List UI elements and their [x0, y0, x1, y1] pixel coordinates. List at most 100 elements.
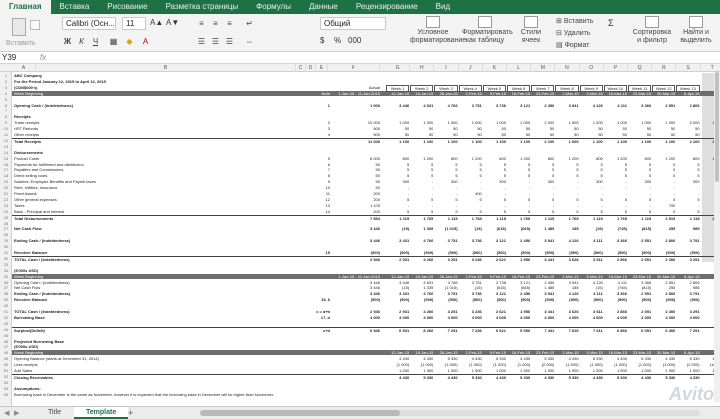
row-number[interactable]: 31 — [0, 250, 12, 255]
week-value-cell[interactable]: 300 — [676, 179, 700, 184]
week-value-cell[interactable]: 2 456 — [507, 238, 530, 243]
week-value-cell[interactable]: 50 — [483, 126, 506, 131]
week-value-cell[interactable]: (1 000) — [507, 362, 531, 367]
row-label-cell[interactable]: Bank - Principal and Interest — [14, 209, 294, 214]
row-number[interactable]: 37 — [0, 285, 12, 290]
week-value-cell[interactable]: 5 — [604, 197, 627, 202]
actual-cell[interactable]: 3 446 — [334, 238, 380, 243]
week-value-cell[interactable]: (500) — [459, 297, 481, 302]
week-value-cell[interactable]: (815) — [628, 226, 651, 231]
week-value-cell[interactable]: 5 — [555, 173, 578, 178]
week-value-cell[interactable]: (1 000) — [580, 362, 603, 367]
week-value-cell[interactable]: 50 — [434, 132, 457, 137]
week-value-cell[interactable]: 1 900 — [410, 368, 433, 373]
week-value-cell[interactable]: 4 000 — [628, 315, 651, 320]
week-value-cell[interactable]: - — [628, 185, 651, 190]
week-value-cell[interactable]: 23-Feb-15 — [531, 274, 554, 279]
row-number[interactable]: 43 — [0, 321, 12, 326]
week-value-cell[interactable]: (500) — [604, 297, 627, 302]
week-value-cell[interactable]: 1 200 — [410, 156, 433, 161]
week-value-cell[interactable]: 5 — [531, 167, 554, 172]
row-number[interactable]: 23 — [0, 203, 12, 208]
actual-cell[interactable]: 3 446 — [334, 226, 380, 231]
week-value-cell[interactable]: 5 — [531, 162, 554, 167]
row-number[interactable]: 41 — [0, 309, 12, 314]
row-number[interactable]: 2 — [0, 79, 12, 84]
week-value-cell[interactable]: 5 — [386, 197, 409, 202]
week-value-cell[interactable]: 5 — [628, 162, 651, 167]
week-value-cell[interactable]: 50 — [459, 126, 481, 131]
week-value-cell[interactable]: 5 — [628, 173, 651, 178]
week-value-cell[interactable]: - — [483, 185, 506, 190]
week-value-cell[interactable]: 1 335 — [410, 285, 433, 290]
week-value-cell[interactable]: 3 941 — [555, 103, 579, 108]
row-label-cell[interactable]: Taxes — [14, 203, 294, 208]
week-value-cell[interactable]: 1 000 — [483, 368, 506, 373]
week-value-cell[interactable]: 6-Apr-15 — [676, 274, 700, 279]
week-value-cell[interactable]: - — [676, 185, 699, 190]
week-value-cell[interactable]: (1 000) — [483, 362, 506, 367]
week-value-cell[interactable]: 255 — [652, 226, 676, 231]
week-value-cell[interactable]: 3 736 — [483, 103, 506, 108]
week-value-cell[interactable]: 185 — [555, 226, 579, 231]
format-cells-button[interactable]: ▤ Формат — [556, 41, 589, 49]
week-value-cell[interactable]: 3 366 — [604, 238, 627, 243]
row-label-cell[interactable]: Assumptions: — [14, 386, 294, 391]
row-label-cell[interactable]: Ending Cash / (Indebtedness) — [14, 291, 294, 296]
row-number[interactable]: 30 — [0, 244, 12, 249]
week-value-cell[interactable]: 1 335 — [410, 226, 433, 231]
column-header[interactable]: Q — [628, 64, 653, 72]
week-value-cell[interactable]: - — [386, 203, 409, 208]
week-value-cell[interactable]: 4 000 — [483, 315, 506, 320]
week-value-cell[interactable]: 3 736 — [459, 238, 482, 243]
week-value-cell[interactable]: 2 866 — [604, 309, 627, 314]
formula-bar[interactable]: Y39 fx — [0, 52, 720, 64]
week-value-cell[interactable]: 3 736 — [483, 280, 506, 285]
week-value-cell[interactable]: 5 — [386, 162, 409, 167]
row-number[interactable]: 34 — [0, 268, 12, 273]
column-header[interactable]: I — [434, 64, 459, 72]
note-cell[interactable]: 2 — [306, 120, 330, 125]
week-value-cell[interactable]: 2 551 — [652, 103, 675, 108]
thousands-icon[interactable]: 000 — [348, 36, 361, 45]
note-cell[interactable]: 3 — [306, 126, 330, 131]
bold-button[interactable]: Ж — [62, 36, 73, 47]
row-number[interactable]: 44 — [0, 327, 12, 332]
week-value-cell[interactable]: 50 — [386, 126, 409, 131]
week-value-cell[interactable]: 3 751 — [434, 238, 458, 243]
row-label-cell[interactable]: Payments for fulfillment and distributio… — [14, 162, 294, 167]
week-value-cell[interactable]: 5 — [580, 197, 603, 202]
row-label-cell[interactable]: Ending Cash / (Indebtedness) — [14, 238, 294, 243]
week-value-cell[interactable]: 5 — [507, 162, 530, 167]
week-value-cell[interactable]: 800 — [386, 156, 410, 161]
week-value-cell[interactable]: 2 551 — [628, 291, 651, 296]
row-number[interactable]: 3 — [0, 85, 12, 90]
row-label-cell[interactable]: Other receipts — [14, 132, 294, 137]
name-box[interactable]: Y39 — [2, 53, 32, 63]
week-value-cell[interactable]: 3 251 — [434, 309, 458, 314]
week-value-cell[interactable]: 5 — [434, 167, 457, 172]
week-value-cell[interactable]: 5 330 — [483, 356, 506, 361]
row-number[interactable]: 46 — [0, 339, 12, 344]
week-value-cell[interactable]: 3 366 — [628, 103, 651, 108]
week-value-cell[interactable]: 400 — [459, 191, 482, 196]
week-value-cell[interactable]: (615) — [483, 226, 506, 231]
week-value-cell[interactable]: 50 — [604, 132, 627, 137]
week-value-cell[interactable]: 4 126 — [580, 103, 603, 108]
format-as-table-button[interactable]: Форматировать как таблицу — [462, 16, 513, 52]
column-header[interactable]: N — [555, 64, 580, 72]
week-value-cell[interactable]: 4 631 — [410, 280, 433, 285]
row-number[interactable]: 36 — [0, 280, 12, 285]
week-value-cell[interactable]: (1 500) — [555, 362, 579, 367]
row-number[interactable]: 14 — [0, 150, 12, 155]
row-number[interactable]: 13 — [0, 144, 12, 149]
row-number[interactable]: 40 — [0, 303, 12, 308]
week-value-cell[interactable]: (1 000) — [604, 362, 627, 367]
week-value-cell[interactable]: 185 — [555, 285, 579, 290]
week-value-cell[interactable]: 4 430 — [652, 356, 675, 361]
week-value-cell[interactable]: 50 — [434, 126, 457, 131]
note-cell[interactable]: Note — [306, 91, 330, 96]
week-value-cell[interactable]: 3 431 — [386, 291, 409, 296]
week-value-cell[interactable]: 30-Mar-15 — [652, 274, 675, 279]
week-value-cell[interactable]: (500) — [410, 250, 433, 255]
